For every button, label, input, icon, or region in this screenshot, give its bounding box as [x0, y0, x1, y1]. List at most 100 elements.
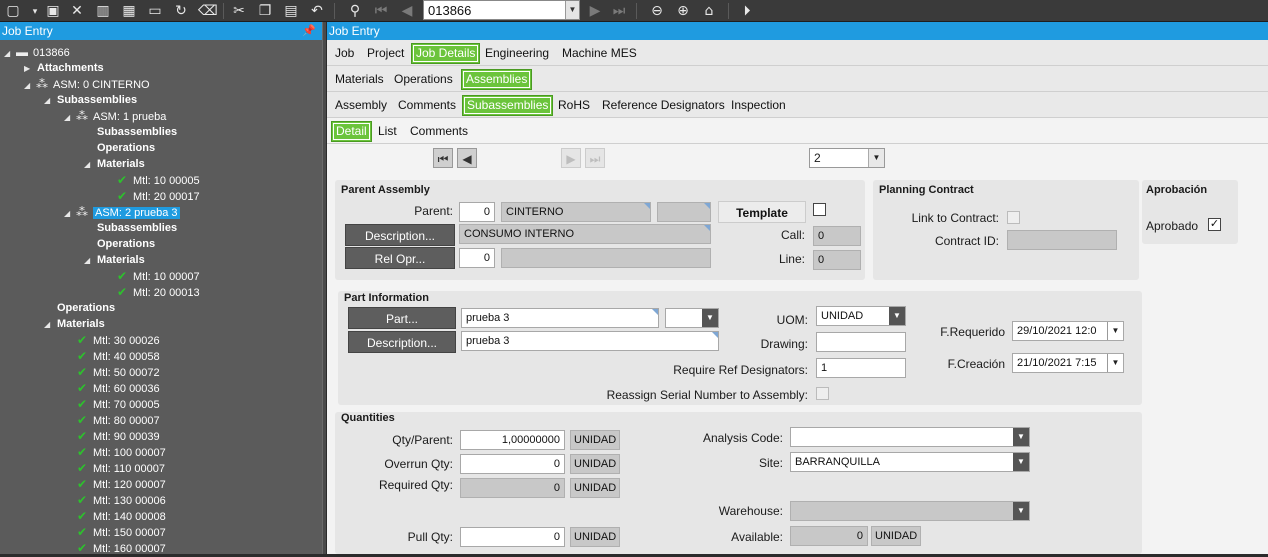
tab-project[interactable]: Project — [363, 43, 408, 64]
site-combo[interactable]: BARRANQUILLA ▼ — [790, 452, 1030, 472]
tree-node[interactable]: ◢ Subassemblies — [44, 92, 137, 108]
clear-icon[interactable]: ⌫ — [198, 2, 218, 20]
tree-node[interactable]: ◢ ▬ 013866 — [4, 44, 70, 60]
warehouse-combo[interactable]: ▼ — [790, 501, 1030, 521]
aprobado-checkbox[interactable]: ✓ — [1208, 218, 1221, 231]
new-dropdown-icon[interactable]: ▾ — [26, 3, 44, 21]
tab-assembly[interactable]: Assembly — [331, 95, 391, 116]
tree-node[interactable]: ✔ Mtl: 150 00007 — [64, 524, 166, 540]
chevron-down-icon[interactable]: ▼ — [889, 307, 905, 325]
nav-previous-icon[interactable]: ◀ — [457, 148, 477, 168]
previous-record-icon[interactable]: ◀ — [398, 2, 416, 20]
nav-first-icon[interactable]: ⏮ — [433, 148, 453, 168]
expand-toggle-icon[interactable]: ◢ — [64, 110, 74, 126]
new-icon[interactable]: ▢ — [4, 2, 22, 20]
link-contract-checkbox[interactable] — [1007, 211, 1020, 224]
part-button[interactable]: Part... — [348, 307, 456, 329]
forward-icon[interactable]: ⊕ — [674, 2, 692, 20]
expand-toggle-icon[interactable]: ◢ — [64, 206, 74, 222]
chevron-down-icon[interactable]: ▼ — [1013, 453, 1029, 471]
tree-node[interactable]: Subassemblies — [84, 124, 177, 140]
expand-toggle-icon[interactable]: ◢ — [84, 253, 94, 269]
nav-record-combo[interactable]: 2 ▼ — [809, 148, 885, 168]
tree-node[interactable]: Operations — [44, 300, 115, 316]
copy-icon[interactable]: ❐ — [256, 2, 274, 20]
chevron-down-icon[interactable]: ▼ — [868, 149, 884, 167]
tab-subassemblies[interactable]: Subassemblies — [462, 95, 554, 116]
tree-node[interactable]: ✔ Mtl: 90 00039 — [64, 428, 160, 444]
first-record-icon[interactable]: ⏮ — [372, 2, 390, 20]
tab-assemblies[interactable]: Assemblies — [461, 69, 533, 90]
expand-toggle-icon[interactable]: ◢ — [44, 93, 54, 109]
nav-next-icon[interactable]: ▶ — [561, 148, 581, 168]
tree-node[interactable]: ✔ Mtl: 20 00017 — [104, 188, 200, 204]
chevron-down-icon[interactable]: ▼ — [1013, 428, 1029, 446]
tab-detail[interactable]: Detail — [331, 121, 372, 142]
tree-node[interactable]: ✔ Mtl: 50 00072 — [64, 364, 160, 380]
tree-node[interactable]: ✔ Mtl: 70 00005 — [64, 396, 160, 412]
tab-inspection[interactable]: Inspection — [727, 95, 790, 116]
tree-node[interactable]: ✔ Mtl: 20 00013 — [104, 284, 200, 300]
rel-opr-field[interactable]: 0 — [459, 248, 495, 268]
chevron-down-icon[interactable]: ▼ — [565, 1, 579, 19]
analysis-code-combo[interactable]: ▼ — [790, 427, 1030, 447]
qty-parent-field[interactable]: 1,00000000 — [460, 430, 565, 450]
frequerido-field[interactable]: 29/10/2021 12:0 ▼ — [1012, 321, 1124, 341]
tree-node[interactable]: ▶ Attachments — [24, 60, 104, 76]
expand-toggle-icon[interactable]: ◢ — [44, 317, 54, 333]
part-field[interactable]: prueba 3 — [461, 308, 659, 328]
job-number-combo[interactable]: 013866 ▼ — [423, 0, 580, 20]
tab-materials[interactable]: Materials — [331, 69, 388, 90]
tab-comments[interactable]: Comments — [394, 95, 460, 116]
tab-comments-detail[interactable]: Comments — [406, 121, 472, 142]
tree-node[interactable]: ◢ Materials — [44, 316, 105, 332]
expand-toggle-icon[interactable]: ◢ — [4, 46, 14, 62]
calendar-dropdown-icon[interactable]: ▼ — [1107, 354, 1123, 372]
tree-node[interactable]: ✔ Mtl: 80 00007 — [64, 412, 160, 428]
uom-combo[interactable]: UNIDAD ▼ — [816, 306, 906, 326]
chevron-down-icon[interactable]: ▼ — [702, 309, 718, 327]
tree-node[interactable]: Subassemblies — [84, 220, 177, 236]
tree-node[interactable]: ◢ ⁂ ASM: 1 prueba — [64, 108, 166, 124]
home-icon[interactable]: ⌂ — [700, 2, 718, 20]
play-icon[interactable]: ⏵ — [738, 2, 756, 20]
tree-node[interactable]: ✔ Mtl: 140 00008 — [64, 508, 166, 524]
nav-last-icon[interactable]: ⏭ — [585, 148, 605, 168]
chevron-down-icon[interactable]: ▼ — [1013, 502, 1029, 520]
drawing-field[interactable] — [816, 332, 906, 352]
tree-node[interactable]: Operations — [84, 236, 155, 252]
tab-rohs[interactable]: RoHS — [554, 95, 594, 116]
tab-machine-mes[interactable]: Machine MES — [558, 43, 641, 64]
tree-node[interactable]: ✔ Mtl: 10 00005 — [104, 172, 200, 188]
tab-reference-designators[interactable]: Reference Designators — [598, 95, 729, 116]
expand-toggle-icon[interactable]: ▶ — [24, 61, 34, 77]
template-button[interactable]: Template — [718, 201, 806, 223]
cut-icon[interactable]: ✂ — [230, 2, 248, 20]
binoculars-icon[interactable]: ⚲ — [346, 2, 364, 20]
tree-node[interactable]: ✔ Mtl: 10 00007 — [104, 268, 200, 284]
pin-icon[interactable]: 📌 — [302, 22, 316, 40]
tab-list[interactable]: List — [374, 121, 401, 142]
expand-toggle-icon[interactable]: ◢ — [84, 157, 94, 173]
rel-opr-button[interactable]: Rel Opr... — [345, 247, 455, 269]
tab-operations[interactable]: Operations — [390, 69, 457, 90]
grid-icon[interactable]: ▦ — [120, 2, 138, 20]
back-icon[interactable]: ⊖ — [648, 2, 666, 20]
parent-number-field[interactable]: 0 — [459, 202, 495, 222]
calendar-dropdown-icon[interactable]: ▼ — [1107, 322, 1123, 340]
reassign-serial-checkbox[interactable] — [816, 387, 829, 400]
paste-icon[interactable]: ▤ — [282, 2, 300, 20]
last-record-icon[interactable]: ⏭ — [610, 2, 628, 20]
tree-node[interactable]: ◢ Materials — [84, 156, 145, 172]
pull-qty-field[interactable]: 0 — [460, 527, 565, 547]
next-record-icon[interactable]: ▶ — [586, 2, 604, 20]
tree-node[interactable]: ◢ ⁂ ASM: 2 prueba 3 — [64, 204, 180, 220]
tree-node[interactable]: ◢ ⁂ ASM: 0 CINTERNO — [24, 76, 150, 92]
tree-node[interactable]: ✔ Mtl: 130 00006 — [64, 492, 166, 508]
delete-icon[interactable]: ✕ — [68, 2, 86, 20]
part-description-button[interactable]: Description... — [348, 331, 456, 353]
tab-job[interactable]: Job — [331, 43, 358, 64]
expand-toggle-icon[interactable]: ◢ — [24, 78, 34, 94]
tree-node[interactable]: ✔ Mtl: 30 00026 — [64, 332, 160, 348]
require-ref-designators-field[interactable]: 1 — [816, 358, 906, 378]
